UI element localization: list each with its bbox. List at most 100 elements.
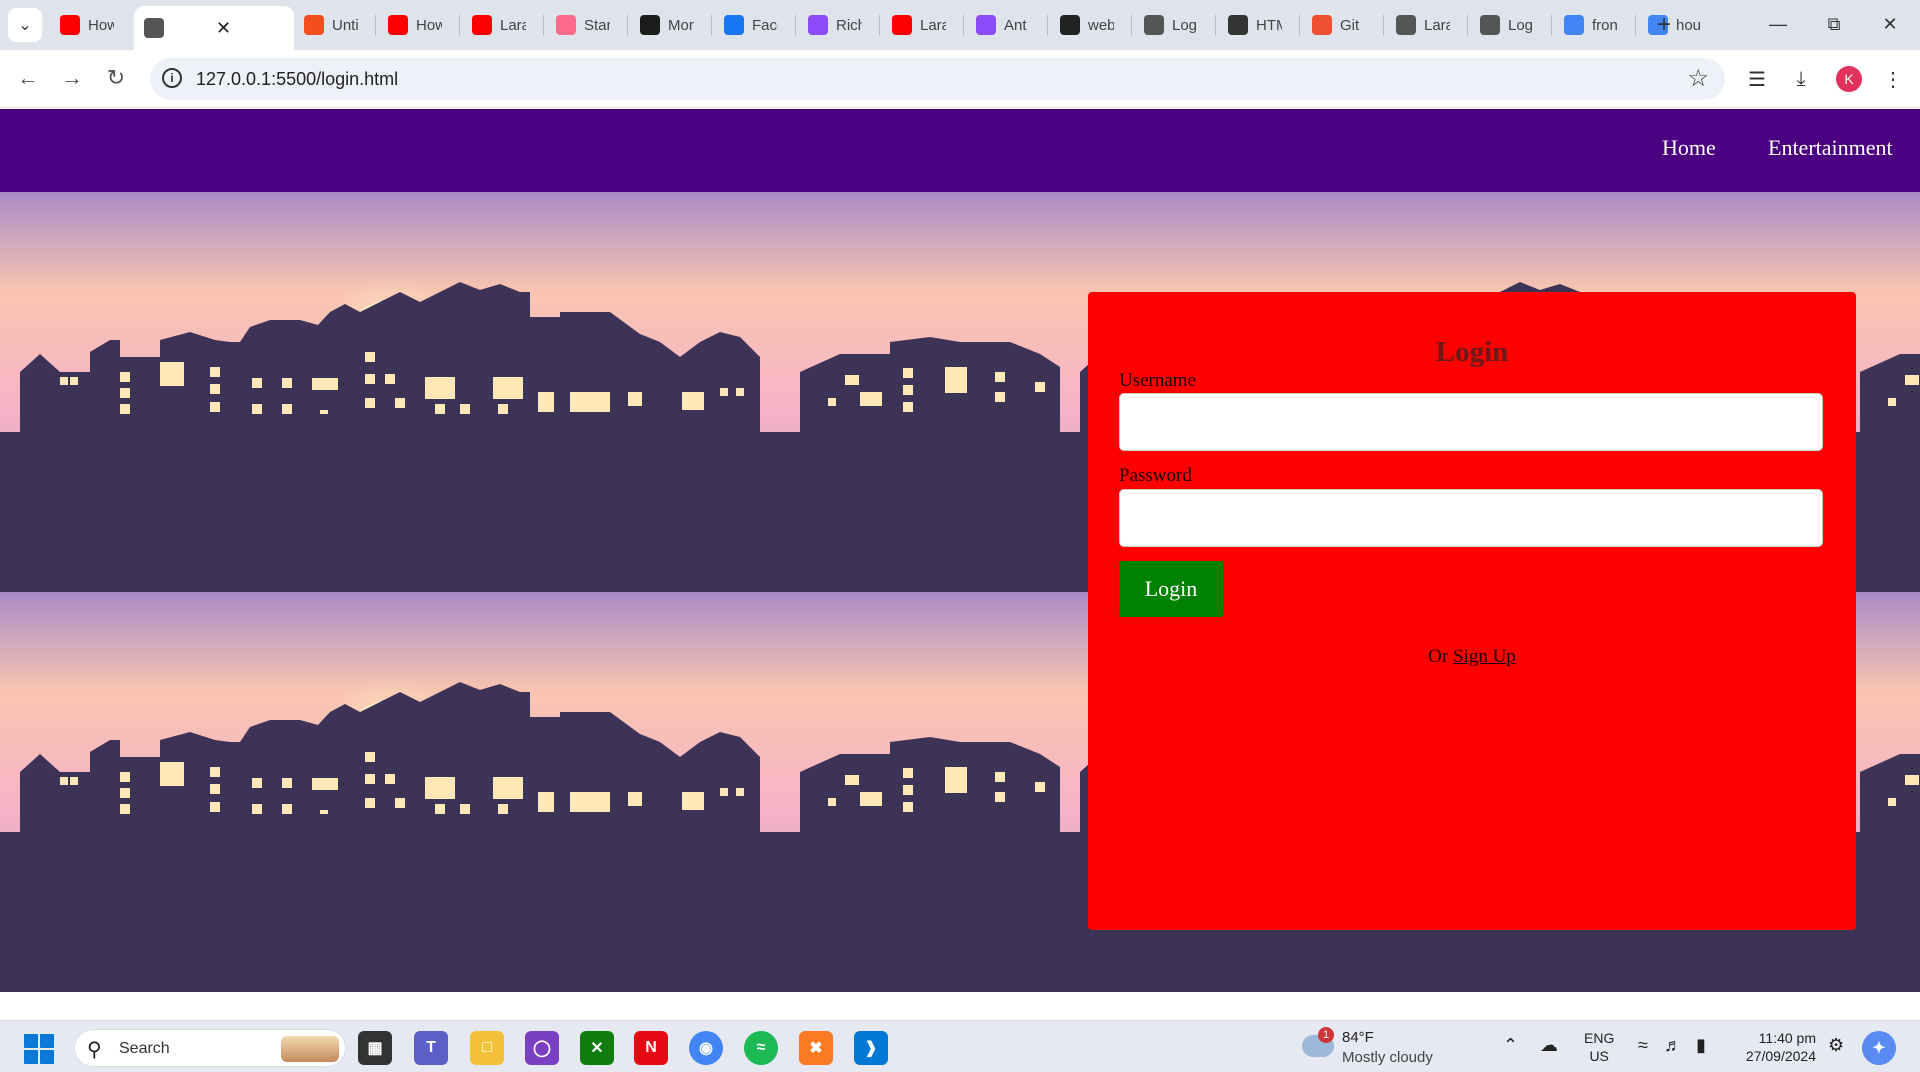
browser-toolbar: ← → ↻ i 127.0.0.1:5500/login.html ☆ ☰ ⤓ … (0, 50, 1920, 108)
address-bar[interactable]: i 127.0.0.1:5500/login.html ☆ (150, 58, 1725, 100)
profile-avatar[interactable]: K (1836, 66, 1862, 92)
battery-icon[interactable]: ▮ (1696, 1035, 1706, 1056)
browser-tab[interactable]: Face (714, 8, 798, 42)
browser-tab[interactable]: Rich (798, 8, 882, 42)
url-text[interactable]: 127.0.0.1:5500/login.html (196, 69, 398, 90)
bookmark-star-icon[interactable]: ☆ (1687, 64, 1709, 93)
lang-line1: ENG (1584, 1030, 1615, 1046)
notification-icon[interactable]: ⚙ (1828, 1035, 1844, 1056)
browser-tab[interactable]: How (50, 8, 134, 42)
tab-separator (375, 15, 376, 35)
tab-separator (1635, 15, 1636, 35)
mt-icon (640, 15, 660, 35)
chrome-icon[interactable]: ◉ (689, 1031, 723, 1065)
nav-link-entertainment[interactable]: Entertainment (1768, 135, 1893, 161)
tab-search-button[interactable]: ⌄ (8, 8, 42, 42)
tab-title: Laravel (500, 16, 526, 34)
browser-tab[interactable]: How (378, 8, 462, 42)
page-viewport: Home Entertainment Login Username Passwo… (0, 109, 1920, 1020)
tab-separator (963, 15, 964, 35)
openai-icon (1228, 15, 1248, 35)
menu-icon[interactable]: ⋮ (1876, 62, 1910, 96)
laravel-icon (556, 15, 576, 35)
signup-link[interactable]: Sign Up (1453, 646, 1516, 667)
proton-vpn-icon[interactable]: ◯ (525, 1031, 559, 1065)
tab-title: Log (1508, 16, 1534, 34)
onedrive-icon[interactable]: ☁ (1540, 1035, 1558, 1056)
back-button[interactable]: ← (12, 62, 44, 94)
new-tab-button[interactable]: + (1650, 8, 1678, 42)
globe-icon (1480, 15, 1500, 35)
reload-button[interactable]: ↻ (100, 62, 132, 94)
tab-separator (1299, 15, 1300, 35)
vscode-icon[interactable]: ❱ (854, 1031, 888, 1065)
tab-title: hou (1676, 16, 1702, 34)
lang-line2: US (1589, 1048, 1609, 1064)
tab-title: Log (1172, 16, 1198, 34)
taskbar-search[interactable]: ⚲ Search (74, 1029, 346, 1067)
globe-icon (144, 18, 164, 38)
browser-tab[interactable]: Log (1134, 8, 1218, 42)
password-input[interactable] (1119, 489, 1823, 547)
tab-separator (1047, 15, 1048, 35)
browser-tab[interactable]: HTM (1218, 8, 1302, 42)
tab-separator (459, 15, 460, 35)
browser-tab[interactable]: fron (1554, 8, 1638, 42)
media-controls-icon[interactable]: ☰ (1740, 62, 1774, 96)
browser-tab[interactable]: Git (1302, 8, 1386, 42)
browser-tab[interactable]: Lara (882, 8, 966, 42)
restore-button[interactable]: ⧉ (1806, 0, 1862, 48)
task-view-icon[interactable]: ▦ (358, 1031, 392, 1065)
tab-separator (1215, 15, 1216, 35)
username-input[interactable] (1119, 393, 1823, 451)
nav-link-home[interactable]: Home (1662, 135, 1716, 161)
tab-separator (795, 15, 796, 35)
search-highlight-image (281, 1036, 339, 1062)
xampp-icon[interactable]: ✖ (799, 1031, 833, 1065)
minimize-button[interactable]: — (1750, 0, 1806, 48)
tab-separator (1383, 15, 1384, 35)
file-explorer-icon[interactable]: □ (470, 1031, 504, 1065)
password-label: Password (1119, 465, 1192, 486)
windows-start-icon[interactable] (24, 1034, 54, 1064)
browser-tab[interactable]: Ant (966, 8, 1050, 42)
wifi-icon[interactable]: ≈ (1638, 1035, 1648, 1056)
tab-separator (1551, 15, 1552, 35)
tab-title: fron (1592, 16, 1618, 34)
download-icon[interactable]: ⤓ (1784, 62, 1818, 96)
tab-title: web (1088, 16, 1114, 34)
browser-tab[interactable]: Start (546, 8, 630, 42)
spotify-icon[interactable]: ≈ (744, 1031, 778, 1065)
google-icon (1564, 15, 1584, 35)
browser-tab[interactable]: ✕ (134, 6, 294, 50)
chevron-up-icon[interactable]: ⌃ (1503, 1035, 1518, 1056)
tab-separator (543, 15, 544, 35)
language-indicator[interactable]: ENG US (1584, 1029, 1614, 1065)
netflix-icon[interactable]: N (634, 1031, 668, 1065)
browser-tab[interactable]: Lara (1386, 8, 1470, 42)
clock[interactable]: 11:40 pm 27/09/2024 (1736, 1029, 1816, 1065)
teams-icon[interactable]: T (414, 1031, 448, 1065)
tab-separator (711, 15, 712, 35)
youtube-icon (892, 15, 912, 35)
youtube-icon (60, 15, 80, 35)
tab-title: Rich (836, 16, 862, 34)
tab-title: Lara (1424, 16, 1450, 34)
browser-tab[interactable]: Mon (630, 8, 714, 42)
copilot-icon[interactable]: ✦ (1862, 1031, 1896, 1065)
close-window-button[interactable]: ✕ (1862, 0, 1918, 48)
close-tab-icon[interactable]: ✕ (216, 18, 231, 39)
xbox-icon[interactable]: ✕ (580, 1031, 614, 1065)
browser-tab[interactable]: Untitled (294, 8, 378, 42)
login-button[interactable]: Login (1119, 561, 1223, 617)
browser-tab[interactable]: web (1050, 8, 1134, 42)
tab-title: Face (752, 16, 778, 34)
site-navbar: Home Entertainment (0, 109, 1920, 192)
tab-title: Ant (1004, 16, 1027, 34)
messenger-icon (976, 15, 996, 35)
forward-button[interactable]: → (56, 62, 88, 94)
browser-tab[interactable]: Laravel (462, 8, 546, 42)
site-info-icon[interactable]: i (162, 68, 182, 88)
browser-tab[interactable]: Log (1470, 8, 1554, 42)
volume-icon[interactable]: ♬ (1664, 1035, 1682, 1056)
